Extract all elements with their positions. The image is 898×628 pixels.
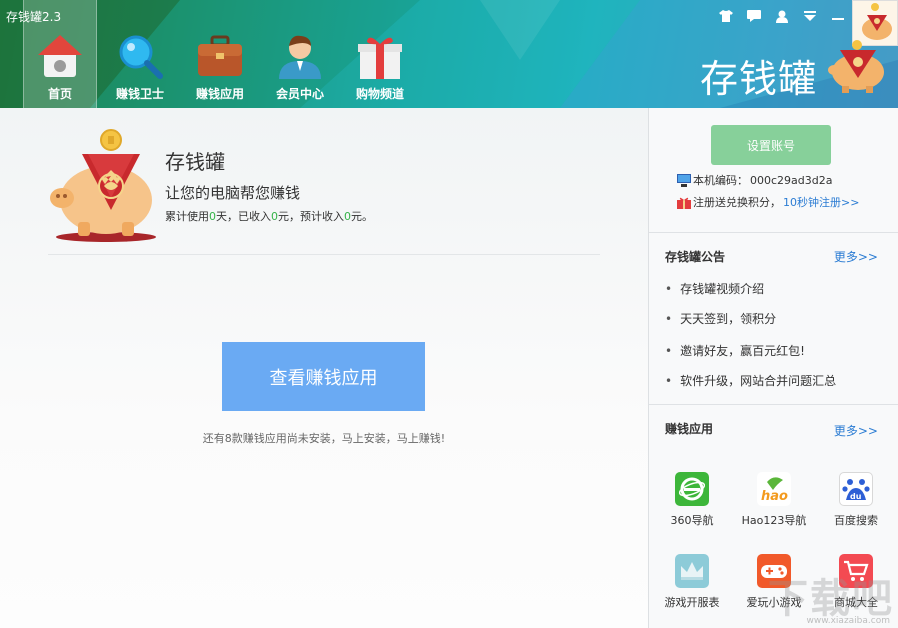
hao123-icon: hao	[757, 472, 791, 506]
notices-more-link[interactable]: 更多>>	[834, 248, 878, 265]
menu-icon[interactable]	[800, 6, 820, 26]
nav-home-label: 首页	[47, 87, 72, 101]
pig-logo-icon	[828, 40, 884, 93]
setup-account-button[interactable]: 设置账号	[711, 125, 831, 165]
home-icon	[34, 30, 86, 82]
shirt-icon[interactable]	[716, 6, 736, 26]
piggy-bank-icon	[50, 129, 156, 242]
minimize-icon[interactable]	[828, 6, 848, 26]
hero-title: 存钱罐	[165, 150, 225, 174]
machine-code-value: 000c29ad3d2a	[750, 173, 833, 187]
svg-text:du: du	[850, 492, 862, 501]
app-label: Hao123导航	[741, 514, 807, 527]
nav-home[interactable]: 首页	[23, 0, 97, 108]
baidu-paw-icon: du	[839, 472, 873, 506]
apps-more-link[interactable]: 更多>>	[834, 422, 878, 439]
briefcase-icon	[194, 30, 246, 82]
gift-small-icon	[677, 197, 691, 209]
notices-title: 存钱罐公告	[665, 250, 726, 264]
register-link[interactable]: 10秒钟注册>>	[783, 194, 859, 210]
view-apps-button[interactable]: 查看赚钱应用	[222, 342, 425, 411]
svg-text:hao: hao	[761, 489, 788, 504]
install-hint: 还有8款赚钱应用尚未安装，马上安装，马上赚钱!	[202, 432, 446, 445]
hero-divider	[48, 254, 600, 255]
gift-icon	[354, 30, 406, 82]
crown-icon	[675, 554, 709, 588]
nav-member[interactable]: 会员中心	[260, 0, 340, 108]
pig-thumbnail-icon	[862, 3, 892, 40]
message-icon[interactable]	[744, 6, 764, 26]
usage-stats: 累计使用0天，已收入0元，预计收入0元。	[165, 208, 373, 224]
nav-shopping[interactable]: 购物频道	[340, 0, 420, 108]
app-game-server-list[interactable]: 游戏开服表	[651, 554, 733, 620]
register-text: 注册送兑换积分，	[693, 196, 781, 209]
section-divider-2	[649, 404, 898, 405]
expected-income-value: 0	[344, 210, 351, 223]
member-icon	[274, 30, 326, 82]
window-controls	[716, 6, 848, 26]
machine-code-line: 本机编码： 000c29ad3d2a	[677, 172, 832, 188]
main-nav: 首页 赚钱卫士 赚钱应用 会员中心 购物频道	[20, 0, 420, 108]
computer-icon	[677, 173, 691, 187]
app-baidu-search[interactable]: du 百度搜索	[815, 472, 897, 538]
sidebar: 设置账号 本机编码： 000c29ad3d2a 注册送兑换积分， 10秒钟注册>> …	[648, 108, 898, 628]
notice-item[interactable]: 天天签到，领积分	[665, 310, 776, 327]
app-label: 360导航	[670, 514, 714, 527]
income-value: 0	[271, 210, 278, 223]
notice-item[interactable]: 软件升级，网站合并问题汇总	[665, 372, 836, 389]
app-hao123[interactable]: hao Hao123导航	[733, 472, 815, 538]
app-label: 百度搜索	[834, 514, 878, 527]
nav-apps-label: 赚钱应用	[195, 87, 244, 101]
expected-unit: 元。	[351, 210, 373, 223]
apps-title: 赚钱应用	[665, 422, 714, 436]
main-panel: 存钱罐 让您的电脑帮您赚钱 累计使用0天，已收入0元，预计收入0元。 查看赚钱应…	[0, 108, 648, 628]
register-line: 注册送兑换积分， 10秒钟注册>>	[677, 194, 859, 210]
notice-item[interactable]: 邀请好友，赢百元红包!	[665, 342, 805, 359]
user-icon[interactable]	[772, 6, 792, 26]
days-used: 0	[209, 210, 216, 223]
magnifier-icon	[114, 30, 166, 82]
notice-item[interactable]: 存钱罐视频介绍	[665, 280, 764, 297]
nav-guard-label: 赚钱卫士	[115, 87, 164, 101]
days-unit: 天，已收入	[216, 210, 271, 223]
section-divider-1	[649, 232, 898, 233]
nav-guard[interactable]: 赚钱卫士	[100, 0, 180, 108]
header-bar: 存钱罐2.3 首页 赚钱卫士 赚钱应用 会员中心 购物频道 存钱罐	[0, 0, 898, 108]
stats-prefix: 累计使用	[165, 210, 209, 223]
nav-member-label: 会员中心	[275, 87, 324, 101]
app-360-nav[interactable]: 360导航	[651, 472, 733, 538]
nav-shopping-label: 购物频道	[355, 87, 404, 101]
nav-apps[interactable]: 赚钱应用	[180, 0, 260, 108]
ie-360-icon	[675, 472, 709, 506]
brand-logo-text: 存钱罐	[700, 57, 818, 101]
hero-subtitle: 让您的电脑帮您赚钱	[165, 184, 301, 202]
app-label: 游戏开服表	[664, 596, 720, 609]
machine-code-label: 本机编码：	[693, 174, 748, 187]
income-unit: 元，预计收入	[278, 210, 344, 223]
watermark-url: www.xiazaiba.com	[806, 616, 890, 626]
